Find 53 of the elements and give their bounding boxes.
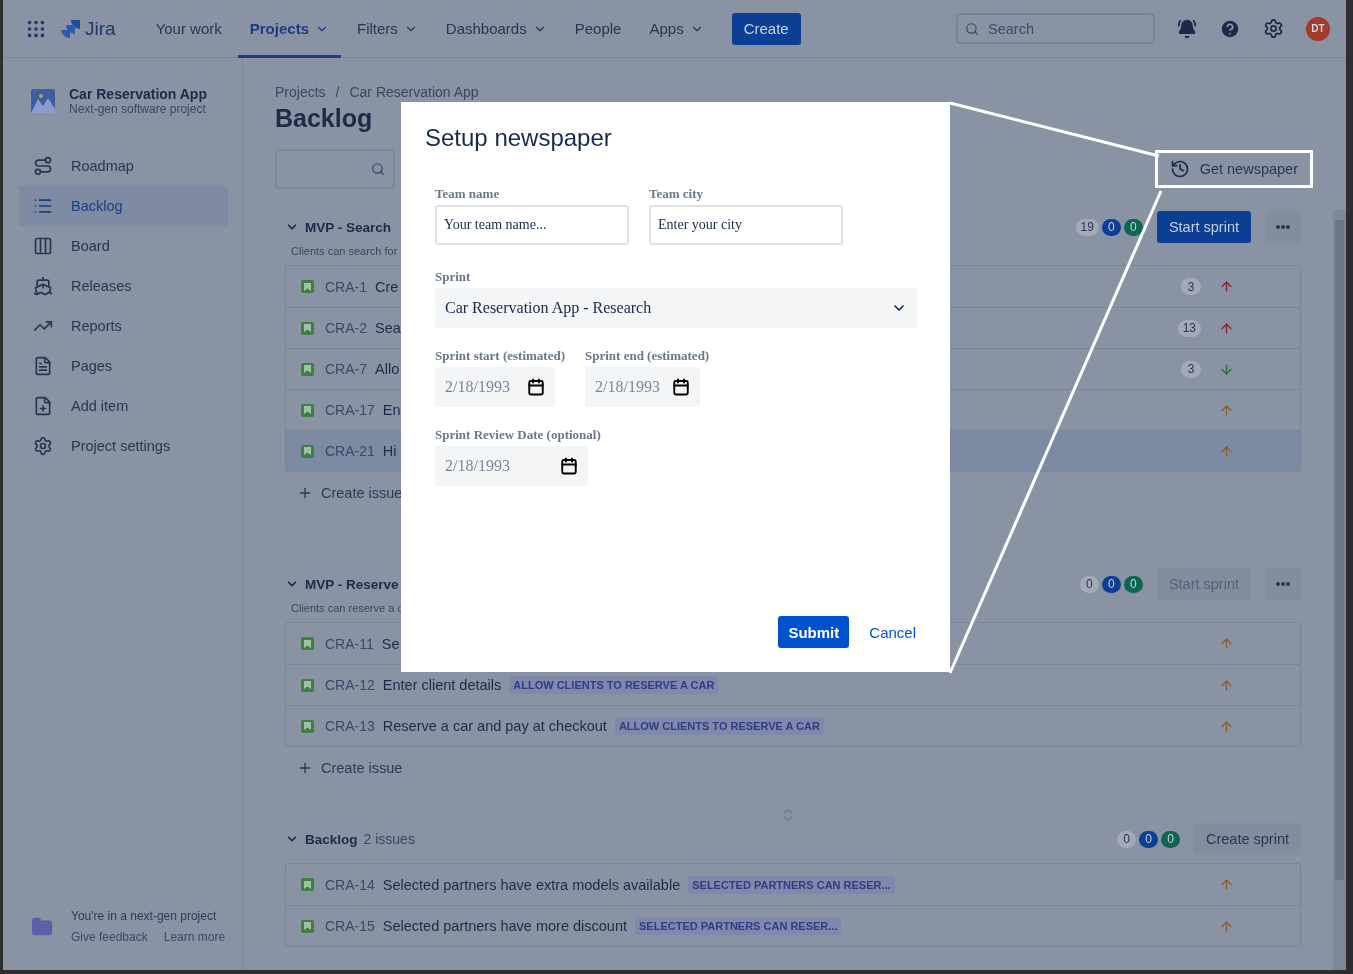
issue-summary: Enter client details xyxy=(382,677,502,693)
epic-label: ALLOW CLIENTS TO RESERVE A CAR xyxy=(509,676,719,694)
issue-key: CRA-21 xyxy=(325,443,375,459)
section-title: MVP - Search xyxy=(305,219,392,235)
status-count: 0 xyxy=(1079,575,1099,593)
section-title: MVP - Reserve xyxy=(305,576,399,592)
status-count: 0 xyxy=(1101,575,1121,593)
issue-summary: Allo xyxy=(375,361,400,377)
issue-summary: Hi xyxy=(382,443,397,459)
issue-key: CRA-7 xyxy=(325,361,367,377)
issue-key: CRA-2 xyxy=(325,320,367,336)
status-count: 0 xyxy=(1123,218,1143,236)
epic-label: SELECTED PARTNERS CAN RESER... xyxy=(635,917,842,935)
issue-key: CRA-15 xyxy=(325,918,375,934)
field-label: Team name xyxy=(435,186,501,202)
issue-key: CRA-12 xyxy=(325,677,375,693)
status-count: 19 xyxy=(1075,218,1099,236)
issue-key: CRA-11 xyxy=(325,635,374,652)
issue-key: CRA-14 xyxy=(325,876,375,893)
field-label: Sprint Review Date (optional) xyxy=(435,427,601,443)
section-description: Clients can search for xyxy=(291,245,399,257)
field-label: Sprint start (estimated) xyxy=(435,348,565,364)
next-gen-note: You're in a next-gen project xyxy=(71,909,218,923)
status-count: 0 xyxy=(1117,830,1136,848)
issue-summary: Selected partners have more discount xyxy=(382,918,628,934)
issue-summary: Se xyxy=(381,635,400,652)
issue-summary: Cre xyxy=(375,278,399,295)
epic-label: SELECTED PARTNERS CAN RESER... xyxy=(688,875,895,894)
field-label: Team city xyxy=(649,186,705,202)
page-title: Backlog xyxy=(275,104,374,133)
dialog-title: Setup newspaper xyxy=(425,124,613,152)
issue-key: CRA-17 xyxy=(325,402,375,418)
issue-summary: Selected partners have extra models available xyxy=(382,876,681,893)
story-points: 13 xyxy=(1177,319,1201,337)
field-label: Sprint end (estimated) xyxy=(585,348,710,364)
story-points: 3 xyxy=(1181,360,1201,378)
status-count: 0 xyxy=(1139,830,1158,848)
section-title: Backlog xyxy=(305,831,358,847)
issue-key: CRA-1 xyxy=(325,278,367,295)
status-count: 0 xyxy=(1123,575,1143,593)
issue-count: 2 issues xyxy=(363,831,415,847)
issue-summary: Sea xyxy=(375,320,401,336)
breadcrumb-separator: / xyxy=(335,84,340,100)
epic-label: ALLOW CLIENTS TO RESERVE A CAR xyxy=(614,717,824,735)
issue-summary: Reserve a car and pay at checkout xyxy=(382,718,607,734)
status-count: 0 xyxy=(1101,218,1121,236)
status-count: 0 xyxy=(1161,830,1180,848)
project-name: Car Reservation App xyxy=(69,86,207,102)
project-type: Next-gen software project xyxy=(69,102,207,116)
story-points: 3 xyxy=(1181,278,1201,295)
issue-summary: En xyxy=(382,402,401,418)
issue-key: CRA-13 xyxy=(325,718,375,734)
field-label: Sprint xyxy=(435,269,472,285)
